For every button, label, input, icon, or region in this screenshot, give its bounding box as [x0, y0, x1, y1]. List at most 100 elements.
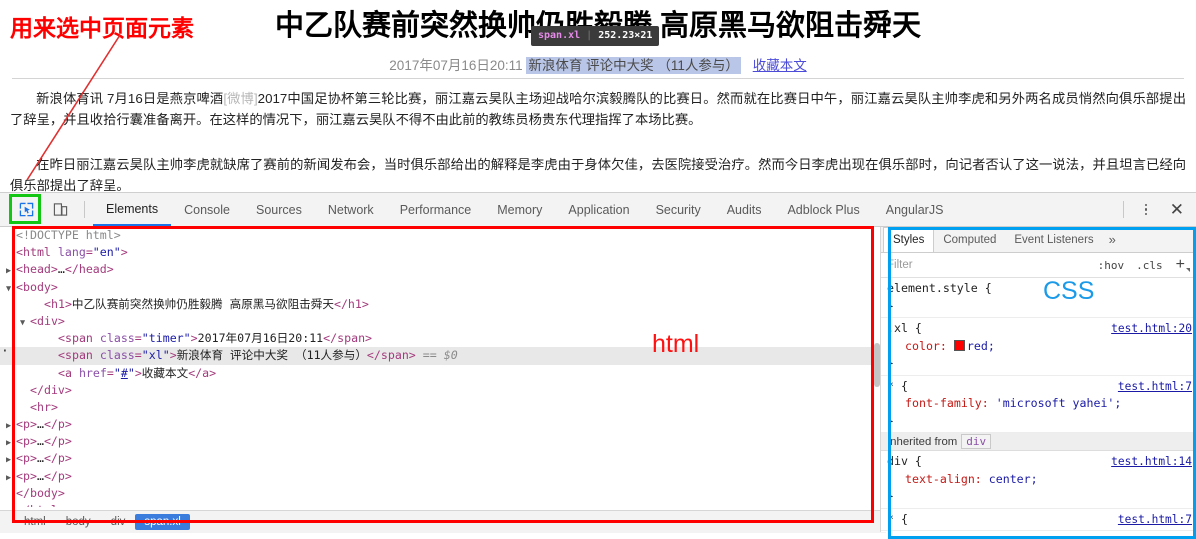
dom-node-markup: <p>…</p>: [16, 468, 72, 483]
tab-performance[interactable]: Performance: [387, 193, 485, 226]
dom-tree[interactable]: <!DOCTYPE html> <html lang="en"> ▶ <head>…<…: [0, 227, 872, 507]
timestamp: 2017年07月16日20:11: [389, 58, 523, 73]
tooltip-dimensions: 252.23×21: [598, 30, 653, 41]
element-inspect-tooltip: span.xl | 252.23×21: [531, 26, 660, 46]
tab-event-listeners[interactable]: Event Listeners: [1005, 227, 1102, 252]
css-property-name: color:: [905, 338, 954, 353]
tab-computed[interactable]: Computed: [934, 227, 1005, 252]
dom-node-markup: <html lang="en">: [16, 245, 128, 260]
tab-styles[interactable]: Styles: [883, 227, 935, 252]
style-rule-0[interactable]: element.style {}: [881, 278, 1196, 318]
annotation-css-label: CSS: [1043, 277, 1095, 305]
tab-application[interactable]: Application: [555, 193, 642, 226]
dom-node-markup: </div>: [30, 382, 72, 397]
new-style-rule-button[interactable]: +: [1176, 257, 1191, 273]
style-source-link[interactable]: test.html:20: [1111, 320, 1192, 338]
styles-tab-bar: Styles Computed Event Listeners »: [881, 227, 1196, 253]
paragraph-2-text: 在昨日丽江嘉云昊队主帅李虎就缺席了赛前的新闻发布会，当时俱乐部给出的解释是李虎由…: [10, 157, 1186, 192]
tab-audits[interactable]: Audits: [714, 193, 775, 226]
inherited-from-header: Inherited from div: [881, 433, 1196, 451]
dom-node[interactable]: ▶ <p>…</p>: [0, 468, 872, 485]
style-source-link[interactable]: test.html:7: [1118, 511, 1192, 529]
dom-node-markup: <span class="timer">2017年07月16日20:11</sp…: [58, 331, 373, 346]
style-source-link[interactable]: test.html:14: [1111, 453, 1192, 471]
styles-more-tabs-icon[interactable]: »: [1103, 227, 1122, 252]
dom-node[interactable]: ▼ <body>: [0, 279, 872, 296]
dom-node-markup: <body>: [16, 279, 58, 294]
dom-node[interactable]: <span class="timer">2017年07月16日20:11</sp…: [0, 330, 872, 347]
style-rule-1[interactable]: test.html:20 .xl {color: red;}: [881, 318, 1196, 376]
class-editor-toggle[interactable]: .cls: [1136, 259, 1163, 272]
close-devtools-icon[interactable]: ✕: [1170, 201, 1184, 218]
dom-node[interactable]: ▶ <head>…</head>: [0, 261, 872, 278]
styles-rule-list: element.style {} test.html:20 .xl {color: …: [881, 278, 1196, 531]
breadcrumb-item-body[interactable]: body: [56, 514, 101, 530]
styles-filter-input[interactable]: Filter: [887, 259, 1086, 271]
tab-console[interactable]: Console: [171, 193, 243, 226]
dom-node-markup: </body>: [16, 485, 65, 500]
dom-node[interactable]: </body>: [0, 485, 872, 502]
dom-node-selected[interactable]: <span class="xl">新浪体育 评论中大奖 （11人参与）</spa…: [0, 343, 872, 365]
inherited-style-rule-1[interactable]: test.html:7 * {: [881, 509, 1196, 531]
dom-node[interactable]: <a href="#">收藏本文</a>: [0, 365, 872, 382]
annotation-green-highlight-box: [9, 194, 41, 224]
annotation-select-element-label: 用来选中页面元素: [10, 15, 194, 41]
style-rule-2[interactable]: test.html:7 * {font-family: 'microsoft ya…: [881, 376, 1196, 433]
color-swatch-icon[interactable]: [953, 339, 965, 351]
dom-node[interactable]: ▶ <p>…</p>: [0, 416, 872, 433]
dom-node-markup: <p>…</p>: [16, 434, 72, 449]
css-declaration[interactable]: font-family: 'microsoft yahei';: [887, 395, 1191, 413]
device-toolbar-icon[interactable]: [46, 197, 74, 223]
dom-node-markup: <p>…</p>: [16, 417, 72, 432]
css-rule-close-brace: }: [887, 356, 894, 370]
breadcrumb-item-div[interactable]: div: [101, 514, 136, 530]
dom-node[interactable]: <hr>: [0, 399, 872, 416]
dom-node[interactable]: </html>: [0, 502, 872, 507]
highlighted-span-xl[interactable]: 新浪体育 评论中大奖 （11人参与）: [526, 57, 741, 74]
inherited-source-tag[interactable]: div: [961, 434, 992, 449]
dom-node-markup: <!DOCTYPE html>: [16, 228, 121, 242]
tooltip-selector: span.xl: [538, 30, 581, 41]
css-property-name: font-family:: [905, 396, 996, 410]
css-rule-close-brace: }: [887, 298, 894, 313]
styles-scrollbar[interactable]: [874, 343, 880, 387]
style-source-link[interactable]: test.html:7: [1118, 378, 1192, 396]
breadcrumb[interactable]: html body div span.xl: [0, 510, 886, 533]
tab-angularjs[interactable]: AngularJS: [873, 193, 957, 226]
dom-node[interactable]: <h1>中乙队赛前突然换帅仍胜毅腾 高原黑马欲阻击舜天</h1>: [0, 296, 872, 313]
tab-elements[interactable]: Elements: [93, 193, 172, 226]
breadcrumb-item-html[interactable]: html: [14, 514, 56, 530]
dom-node[interactable]: <!DOCTYPE html>: [0, 227, 872, 244]
tab-security[interactable]: Security: [643, 193, 714, 226]
dom-node[interactable]: </div>: [0, 382, 872, 399]
devtools-tab-bar: Elements Console Sources Network Perform…: [93, 193, 956, 226]
tab-adblock-plus[interactable]: Adblock Plus: [774, 193, 872, 226]
hover-state-toggle[interactable]: :hov: [1098, 259, 1125, 272]
breadcrumb-item-span-xl[interactable]: span.xl: [135, 514, 190, 530]
css-declaration[interactable]: text-align: center;: [887, 471, 1191, 489]
tab-network[interactable]: Network: [315, 193, 387, 226]
css-property-name: text-align:: [905, 471, 989, 486]
dom-node[interactable]: ▼ <div>: [0, 313, 872, 330]
css-declaration[interactable]: color: red;: [887, 338, 1191, 356]
inherited-style-rule-0[interactable]: test.html:14 div {text-align: center;}: [881, 451, 1196, 509]
dom-node[interactable]: ▶ <p>…</p>: [0, 433, 872, 450]
dom-node[interactable]: <html lang="en">: [0, 244, 872, 261]
device-toggle-glyph: [53, 203, 67, 216]
css-selector: element.style {: [887, 281, 992, 295]
styles-panel: Styles Computed Event Listeners » Filter…: [880, 227, 1196, 532]
more-options-icon[interactable]: [1138, 201, 1154, 219]
collect-article-link[interactable]: 收藏本文: [753, 58, 807, 73]
toolbar-right-divider: [1122, 201, 1124, 218]
css-property-value: red;: [966, 338, 995, 353]
dom-node-markup: </html>: [16, 503, 65, 507]
tab-memory[interactable]: Memory: [484, 193, 555, 226]
tab-sources[interactable]: Sources: [243, 193, 315, 226]
css-rule-close-brace: }: [887, 413, 894, 428]
dom-node-markup: <hr>: [30, 399, 58, 414]
article-meta-row: 2017年07月16日20:11 新浪体育 评论中大奖 （11人参与） 收藏本文: [0, 54, 1196, 74]
dom-node[interactable]: ▶ <p>…</p>: [0, 450, 872, 467]
dom-node-markup: <a href="#">收藏本文</a>: [58, 365, 217, 380]
devtools-toolbar: Elements Console Sources Network Perform…: [0, 193, 1196, 227]
toolbar-divider: [84, 201, 85, 218]
